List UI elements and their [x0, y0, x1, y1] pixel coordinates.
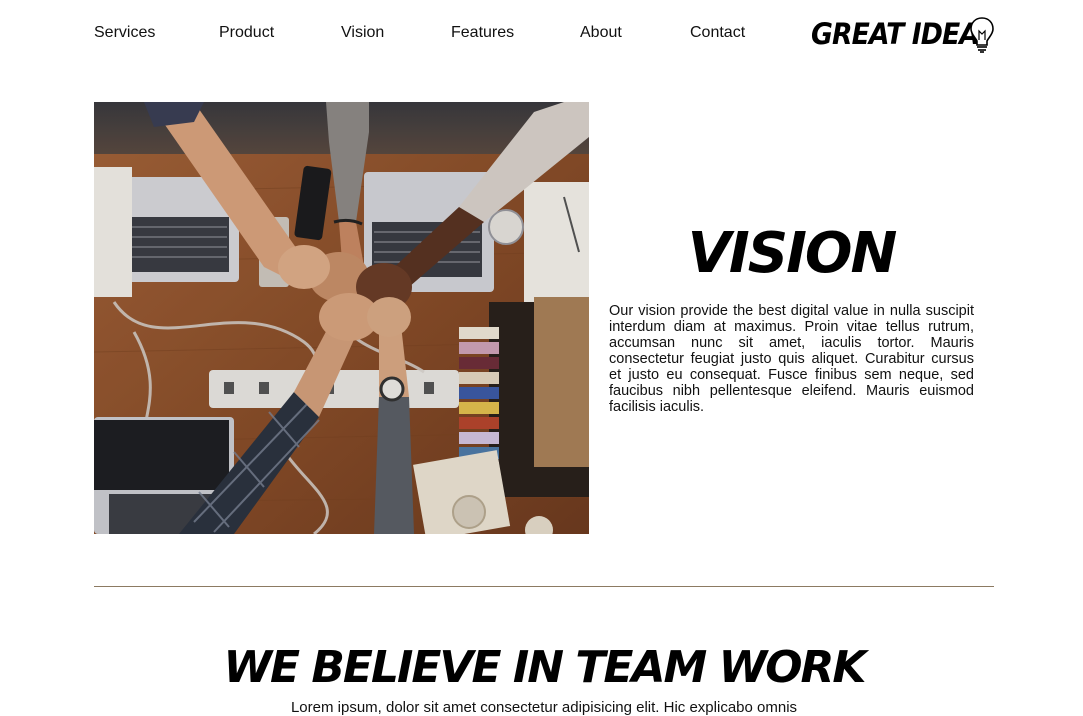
lightbulb-icon [970, 17, 994, 53]
logo[interactable]: GREAT IDEA [811, 14, 997, 54]
main-nav: Services Product Vision Features About C… [94, 24, 754, 46]
team-heading: WE BELIEVE IN TEAM WORK [223, 642, 866, 693]
nav-link-product[interactable]: Product [219, 24, 274, 42]
section-divider [94, 586, 994, 587]
nav-link-services[interactable]: Services [94, 24, 155, 42]
logo-text: GREAT IDEA [811, 17, 980, 51]
nav-link-vision[interactable]: Vision [341, 24, 384, 42]
page: Services Product Vision Features About C… [0, 0, 1083, 716]
team-description: Lorem ipsum, dolor sit amet consectetur … [290, 699, 798, 716]
nav-link-contact[interactable]: Contact [690, 24, 745, 42]
vision-description: Our vision provide the best digital valu… [609, 303, 974, 415]
nav-link-features[interactable]: Features [451, 24, 514, 42]
nav-link-about[interactable]: About [580, 24, 622, 42]
team-fist-bump-photo [94, 102, 589, 534]
vision-heading: VISION [687, 221, 898, 286]
